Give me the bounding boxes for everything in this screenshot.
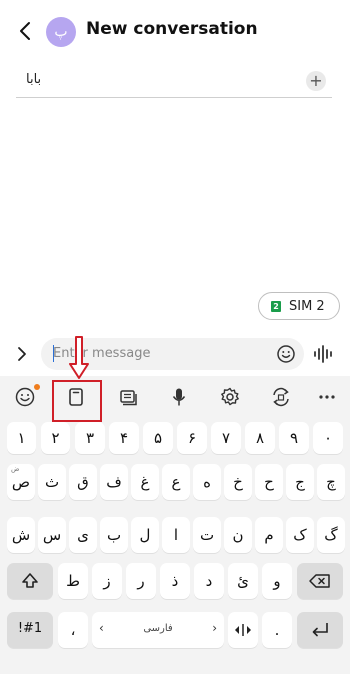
cursor-move-icon (235, 624, 251, 636)
key-letter[interactable]: ط (58, 563, 88, 599)
keyboard-mode-icon[interactable] (117, 386, 139, 408)
keyboard: ۱ ۲ ۳ ۴ ۵ ۶ ۷ ۸ ۹ ۰ ضص ث ق ف غ ع ه خ ح ج… (0, 336, 350, 674)
key-letter[interactable]: ن (224, 517, 252, 553)
keyboard-toolbar (0, 336, 350, 422)
key-letter[interactable]: ک (286, 517, 314, 553)
settings-gear-icon[interactable] (219, 386, 241, 408)
sim-badge-icon: 2 (271, 301, 281, 312)
sim-label: SIM 2 (289, 299, 325, 314)
cursor-move-key[interactable] (228, 612, 258, 648)
symbols-key[interactable]: !#1 (7, 612, 53, 648)
key-4[interactable]: ۴ (109, 422, 139, 454)
key-letter[interactable]: ج (286, 464, 314, 500)
key-9[interactable]: ۹ (279, 422, 309, 454)
key-letter[interactable]: ث (38, 464, 66, 500)
chevron-right-icon[interactable] (12, 344, 32, 364)
key-letter[interactable]: غ (131, 464, 159, 500)
key-5[interactable]: ۵ (143, 422, 173, 454)
space-right-arrow-icon: › (212, 621, 217, 635)
voice-input-icon[interactable] (312, 344, 336, 364)
key-letter[interactable]: ل (131, 517, 159, 553)
down-arrow-annotation-icon (69, 336, 89, 379)
app-header: پ New conversation (0, 0, 350, 62)
more-options-icon[interactable] (316, 386, 338, 408)
notification-dot (34, 384, 40, 390)
key-letter[interactable]: ئ (228, 563, 258, 599)
recipient-value: بابا (26, 72, 42, 87)
key-8[interactable]: ۸ (245, 422, 275, 454)
key-7[interactable]: ۷ (211, 422, 241, 454)
key-letter[interactable]: ش (7, 517, 35, 553)
key-letter[interactable]: ع (162, 464, 190, 500)
microphone-icon[interactable] (168, 386, 190, 408)
key-letter[interactable]: ی (69, 517, 97, 553)
comma-key[interactable]: ، (58, 612, 88, 648)
key-letter[interactable]: ت (193, 517, 221, 553)
key-letter[interactable]: ذ (160, 563, 190, 599)
key-letter[interactable]: ح (255, 464, 283, 500)
key-1[interactable]: ۱ (7, 422, 36, 454)
sim-select-button[interactable]: 2 SIM 2 (258, 292, 340, 320)
shift-key[interactable] (7, 563, 53, 599)
enter-icon (312, 623, 328, 637)
page-title: New conversation (86, 19, 258, 39)
key-letter[interactable]: ضص (7, 464, 35, 500)
key-letter[interactable]: خ (224, 464, 252, 500)
emoji-icon[interactable] (14, 386, 36, 408)
clipboard-highlight-box (52, 380, 102, 422)
shift-arrow-icon (22, 573, 38, 588)
key-letter[interactable]: س (38, 517, 66, 553)
back-arrow-icon[interactable] (14, 18, 38, 44)
emoji-icon[interactable] (276, 344, 296, 364)
add-recipient-button[interactable]: + (306, 71, 326, 91)
text-cursor (53, 345, 54, 362)
period-key[interactable]: . (262, 612, 292, 648)
key-letter[interactable]: چ (317, 464, 345, 500)
key-letter[interactable]: ب (100, 517, 128, 553)
key-letter[interactable]: و (262, 563, 292, 599)
key-letter[interactable]: م (255, 517, 283, 553)
key-0[interactable]: ۰ (313, 422, 343, 454)
key-letter[interactable]: ر (126, 563, 156, 599)
backspace-icon (309, 574, 330, 588)
key-letter[interactable]: ق (69, 464, 97, 500)
key-letter[interactable]: گ (317, 517, 345, 553)
key-2[interactable]: ۲ (41, 422, 70, 454)
key-6[interactable]: ۶ (177, 422, 207, 454)
contact-avatar[interactable]: پ (46, 17, 76, 47)
translate-icon[interactable] (270, 386, 292, 408)
space-bar[interactable]: ‹ فارسی › (92, 612, 224, 648)
key-letter[interactable]: ه (193, 464, 221, 500)
message-placeholder: Enter message (53, 346, 151, 361)
key-3[interactable]: ۳ (75, 422, 105, 454)
recipient-field[interactable]: بابا + (16, 64, 332, 98)
backspace-key[interactable] (297, 563, 343, 599)
key-letter[interactable]: ا (162, 517, 190, 553)
compose-bar: Enter message (0, 336, 350, 372)
key-letter[interactable]: ف (100, 464, 128, 500)
key-letter[interactable]: د (194, 563, 224, 599)
key-letter[interactable]: ز (92, 563, 122, 599)
enter-key[interactable] (297, 612, 343, 648)
